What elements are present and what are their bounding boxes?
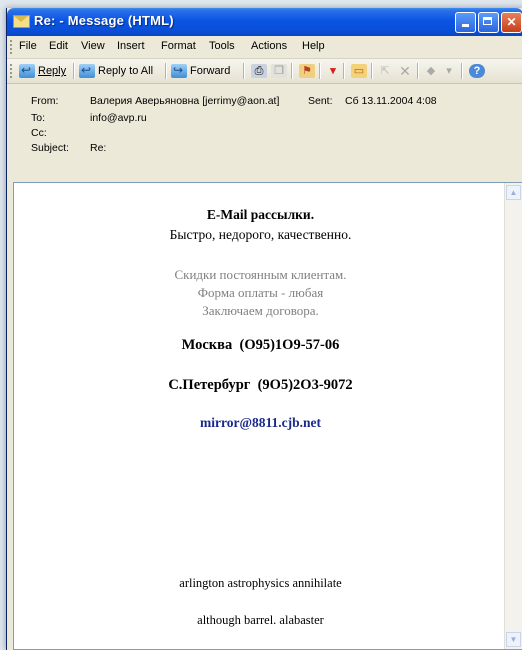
- title-bar[interactable]: Re: - Message (HTML) ✕: [7, 8, 522, 36]
- menu-format[interactable]: Format: [161, 40, 196, 52]
- flag-icon[interactable]: ⚑: [299, 64, 315, 78]
- toolbar-separator: [165, 63, 167, 79]
- minimize-button[interactable]: [455, 12, 476, 33]
- message-body[interactable]: E-Mail рассылки. Быстро, недорого, качес…: [13, 182, 522, 650]
- contact-email[interactable]: mirror@8811.cjb.net: [14, 415, 507, 431]
- forward-button[interactable]: Forward: [171, 62, 231, 79]
- help-icon[interactable]: ?: [469, 64, 485, 78]
- vertical-scrollbar[interactable]: ▲ ▼: [504, 183, 522, 649]
- maximize-button[interactable]: [478, 12, 499, 33]
- importance-icon[interactable]: ▾: [325, 64, 341, 78]
- reply-all-icon: [79, 62, 95, 78]
- message-window: Re: - Message (HTML) ✕ File Edit View In…: [6, 8, 522, 650]
- toolbar-grip: [10, 64, 15, 78]
- to-label: To:: [31, 112, 46, 124]
- message-subtitle: Быстро, недорого, качественно.: [169, 227, 352, 242]
- message-grey-line: Скидки постоянным клиентам.: [174, 267, 347, 282]
- window-title: Re: - Message (HTML): [34, 13, 174, 28]
- previous-item-icon[interactable]: ◆: [423, 64, 439, 78]
- forward-icon: [171, 62, 187, 78]
- menu-insert[interactable]: Insert: [117, 40, 145, 52]
- reply-icon: [19, 62, 35, 78]
- to-value[interactable]: info@avp.ru: [90, 112, 147, 124]
- subject-label: Subject:: [31, 142, 69, 154]
- toolbar-separator: [461, 63, 463, 79]
- cc-label: Cc:: [31, 127, 47, 139]
- message-grey-line: Форма оплаты - любая: [197, 285, 324, 300]
- toolbar-separator: [291, 63, 293, 79]
- toolbar-separator: [371, 63, 373, 79]
- print-icon[interactable]: ⎙: [251, 64, 267, 78]
- maximize-icon: [483, 17, 492, 25]
- menu-actions[interactable]: Actions: [251, 40, 287, 52]
- reply-button[interactable]: Reply: [19, 62, 67, 79]
- menu-file[interactable]: File: [19, 40, 37, 52]
- toolbar-separator: [243, 63, 245, 79]
- from-label: From:: [31, 95, 59, 107]
- menu-bar: File Edit View Insert Format Tools Actio…: [7, 36, 522, 59]
- toolbar-separator: [417, 63, 419, 79]
- close-icon: ✕: [506, 15, 517, 29]
- reply-label: Reply: [38, 65, 67, 77]
- toolbar-separator: [343, 63, 345, 79]
- menu-edit[interactable]: Edit: [49, 40, 68, 52]
- menu-tools[interactable]: Tools: [209, 40, 235, 52]
- scroll-down-icon[interactable]: ▼: [506, 632, 521, 647]
- message-title: E-Mail рассылки.: [206, 207, 315, 222]
- from-value[interactable]: Валерия Аверьяновна [jerrimy@aon.at]: [90, 95, 279, 107]
- footer-line: arlington astrophysics annihilate: [179, 576, 342, 590]
- menu-view[interactable]: View: [81, 40, 105, 52]
- spb-phone: С.Петербург (9О5)2О3-9072: [168, 377, 353, 393]
- envelope-icon: [13, 15, 30, 28]
- move-icon[interactable]: ⇱: [377, 64, 393, 78]
- delete-icon[interactable]: ✕: [397, 64, 413, 78]
- reply-all-button[interactable]: Reply to All: [79, 62, 154, 79]
- toolbar-separator: [319, 63, 321, 79]
- moscow-phone: Москва (О95)1О9-57-06: [181, 337, 340, 353]
- menu-help[interactable]: Help: [302, 40, 325, 52]
- forward-label: Forward: [190, 65, 231, 77]
- toolbar-separator: [73, 63, 75, 79]
- next-item-icon[interactable]: ▾: [441, 64, 457, 78]
- subject-value: Re:: [90, 142, 107, 154]
- copy-icon[interactable]: ❐: [271, 64, 287, 78]
- toolbar: Reply Reply to All Forward ⎙ ❐ ⚑ ▾ ▭ ⇱ ✕…: [7, 59, 522, 84]
- sent-value: Сб 13.11.2004 4:08: [345, 95, 437, 107]
- sent-label: Sent:: [308, 95, 333, 107]
- scroll-up-icon[interactable]: ▲: [506, 185, 521, 200]
- folder-icon[interactable]: ▭: [351, 64, 367, 78]
- reply-all-label: Reply to All: [98, 65, 154, 77]
- close-button[interactable]: ✕: [501, 12, 522, 33]
- minimize-icon: [462, 24, 469, 27]
- message-grey-line: Заключаем договора.: [202, 303, 319, 318]
- menu-grip: [10, 40, 15, 54]
- message-header: From: Валерия Аверьяновна [jerrimy@aon.a…: [7, 84, 522, 161]
- footer-line: although barrel. alabaster: [197, 613, 324, 627]
